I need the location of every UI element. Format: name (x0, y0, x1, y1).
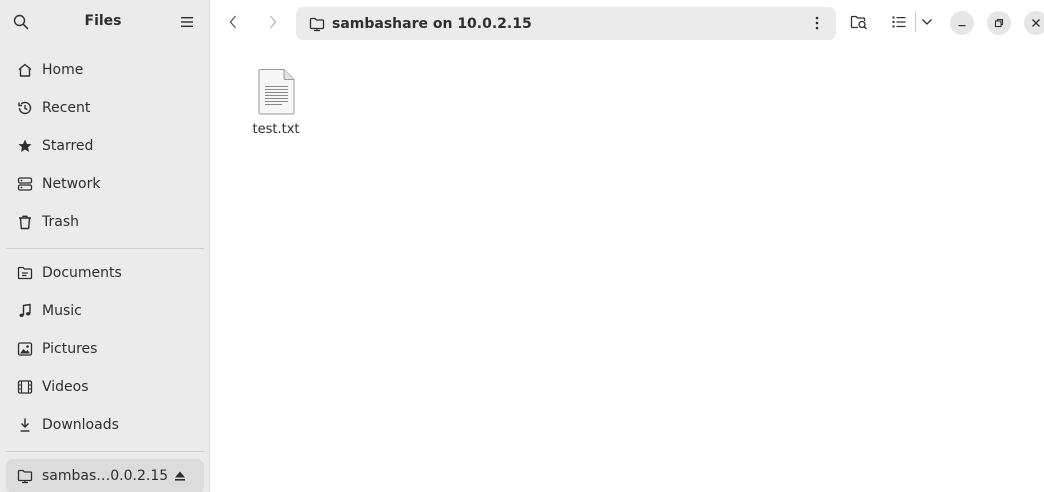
music-icon (17, 303, 33, 319)
sidebar-item-label: Downloads (42, 417, 119, 433)
chevron-down-icon (922, 19, 932, 25)
sidebar-item-samba-share[interactable]: sambas…0.0.2.15 (6, 459, 204, 492)
sidebar-divider (6, 451, 204, 452)
sidebar-item-label: Videos (42, 379, 89, 395)
file-name: test.txt (252, 122, 300, 137)
chevron-left-icon (229, 15, 236, 29)
restore-icon (994, 18, 1004, 28)
sidebar-divider (6, 248, 204, 249)
minimize-button[interactable] (950, 11, 974, 35)
sidebar-item-trash[interactable]: Trash (6, 205, 204, 239)
documents-icon (17, 265, 33, 281)
kebab-menu-icon (815, 16, 819, 30)
folder-search-icon (850, 15, 867, 30)
videos-icon (17, 379, 33, 395)
eject-button[interactable] (172, 468, 188, 484)
location-menu-button[interactable] (806, 12, 828, 34)
restore-button[interactable] (987, 11, 1011, 35)
file-view[interactable]: test.txt (211, 46, 1044, 492)
eject-icon (175, 471, 185, 481)
back-button[interactable] (219, 8, 247, 36)
downloads-icon (17, 417, 33, 433)
sidebar: Files Home Recent Starred Network Trash … (0, 0, 210, 492)
sidebar-item-network[interactable]: Network (6, 167, 204, 201)
chevron-right-icon (270, 15, 277, 29)
recent-icon (17, 100, 33, 116)
file-item[interactable]: test.txt (239, 68, 313, 148)
search-folder-button[interactable] (845, 8, 873, 36)
sidebar-item-label: Network (42, 176, 101, 192)
close-button[interactable] (1024, 11, 1044, 35)
hamburger-menu-icon (181, 17, 193, 27)
home-icon (17, 62, 33, 78)
star-icon (17, 138, 33, 154)
sidebar-item-downloads[interactable]: Downloads (6, 408, 204, 442)
network-icon (17, 176, 33, 192)
location-label: sambashare on 10.0.2.15 (332, 15, 532, 32)
sidebar-item-home[interactable]: Home (6, 53, 204, 87)
main-menu-button[interactable] (174, 9, 200, 35)
close-icon (1032, 19, 1040, 27)
sidebar-item-label: Pictures (42, 341, 98, 357)
network-folder-icon (17, 468, 33, 484)
forward-button[interactable] (259, 8, 287, 36)
sidebar-item-recent[interactable]: Recent (6, 91, 204, 125)
sidebar-item-music[interactable]: Music (6, 294, 204, 328)
text-file-icon (258, 69, 295, 115)
view-options-button[interactable] (913, 8, 941, 36)
sidebar-item-documents[interactable]: Documents (6, 256, 204, 290)
list-view-icon (892, 16, 906, 28)
sidebar-header: Files (0, 0, 210, 46)
sidebar-item-label: Music (42, 303, 82, 319)
sidebar-item-label: sambas…0.0.2.15 (42, 468, 169, 484)
sidebar-item-label: Recent (42, 100, 91, 116)
location-bar[interactable]: sambashare on 10.0.2.15 (296, 7, 836, 40)
trash-icon (17, 214, 33, 230)
sidebar-item-videos[interactable]: Videos (6, 370, 204, 404)
sidebar-item-starred[interactable]: Starred (6, 129, 204, 163)
pictures-icon (17, 341, 33, 357)
sidebar-item-label: Starred (42, 138, 94, 154)
sidebar-item-pictures[interactable]: Pictures (6, 332, 204, 366)
network-folder-icon (309, 16, 325, 32)
header-bar: sambashare on 10.0.2.15 (211, 0, 1044, 46)
view-list-button[interactable] (885, 8, 913, 36)
sidebar-item-label: Documents (42, 265, 122, 281)
sidebar-item-label: Trash (42, 214, 79, 230)
sidebar-item-label: Home (42, 62, 84, 78)
minimize-icon (958, 25, 966, 27)
